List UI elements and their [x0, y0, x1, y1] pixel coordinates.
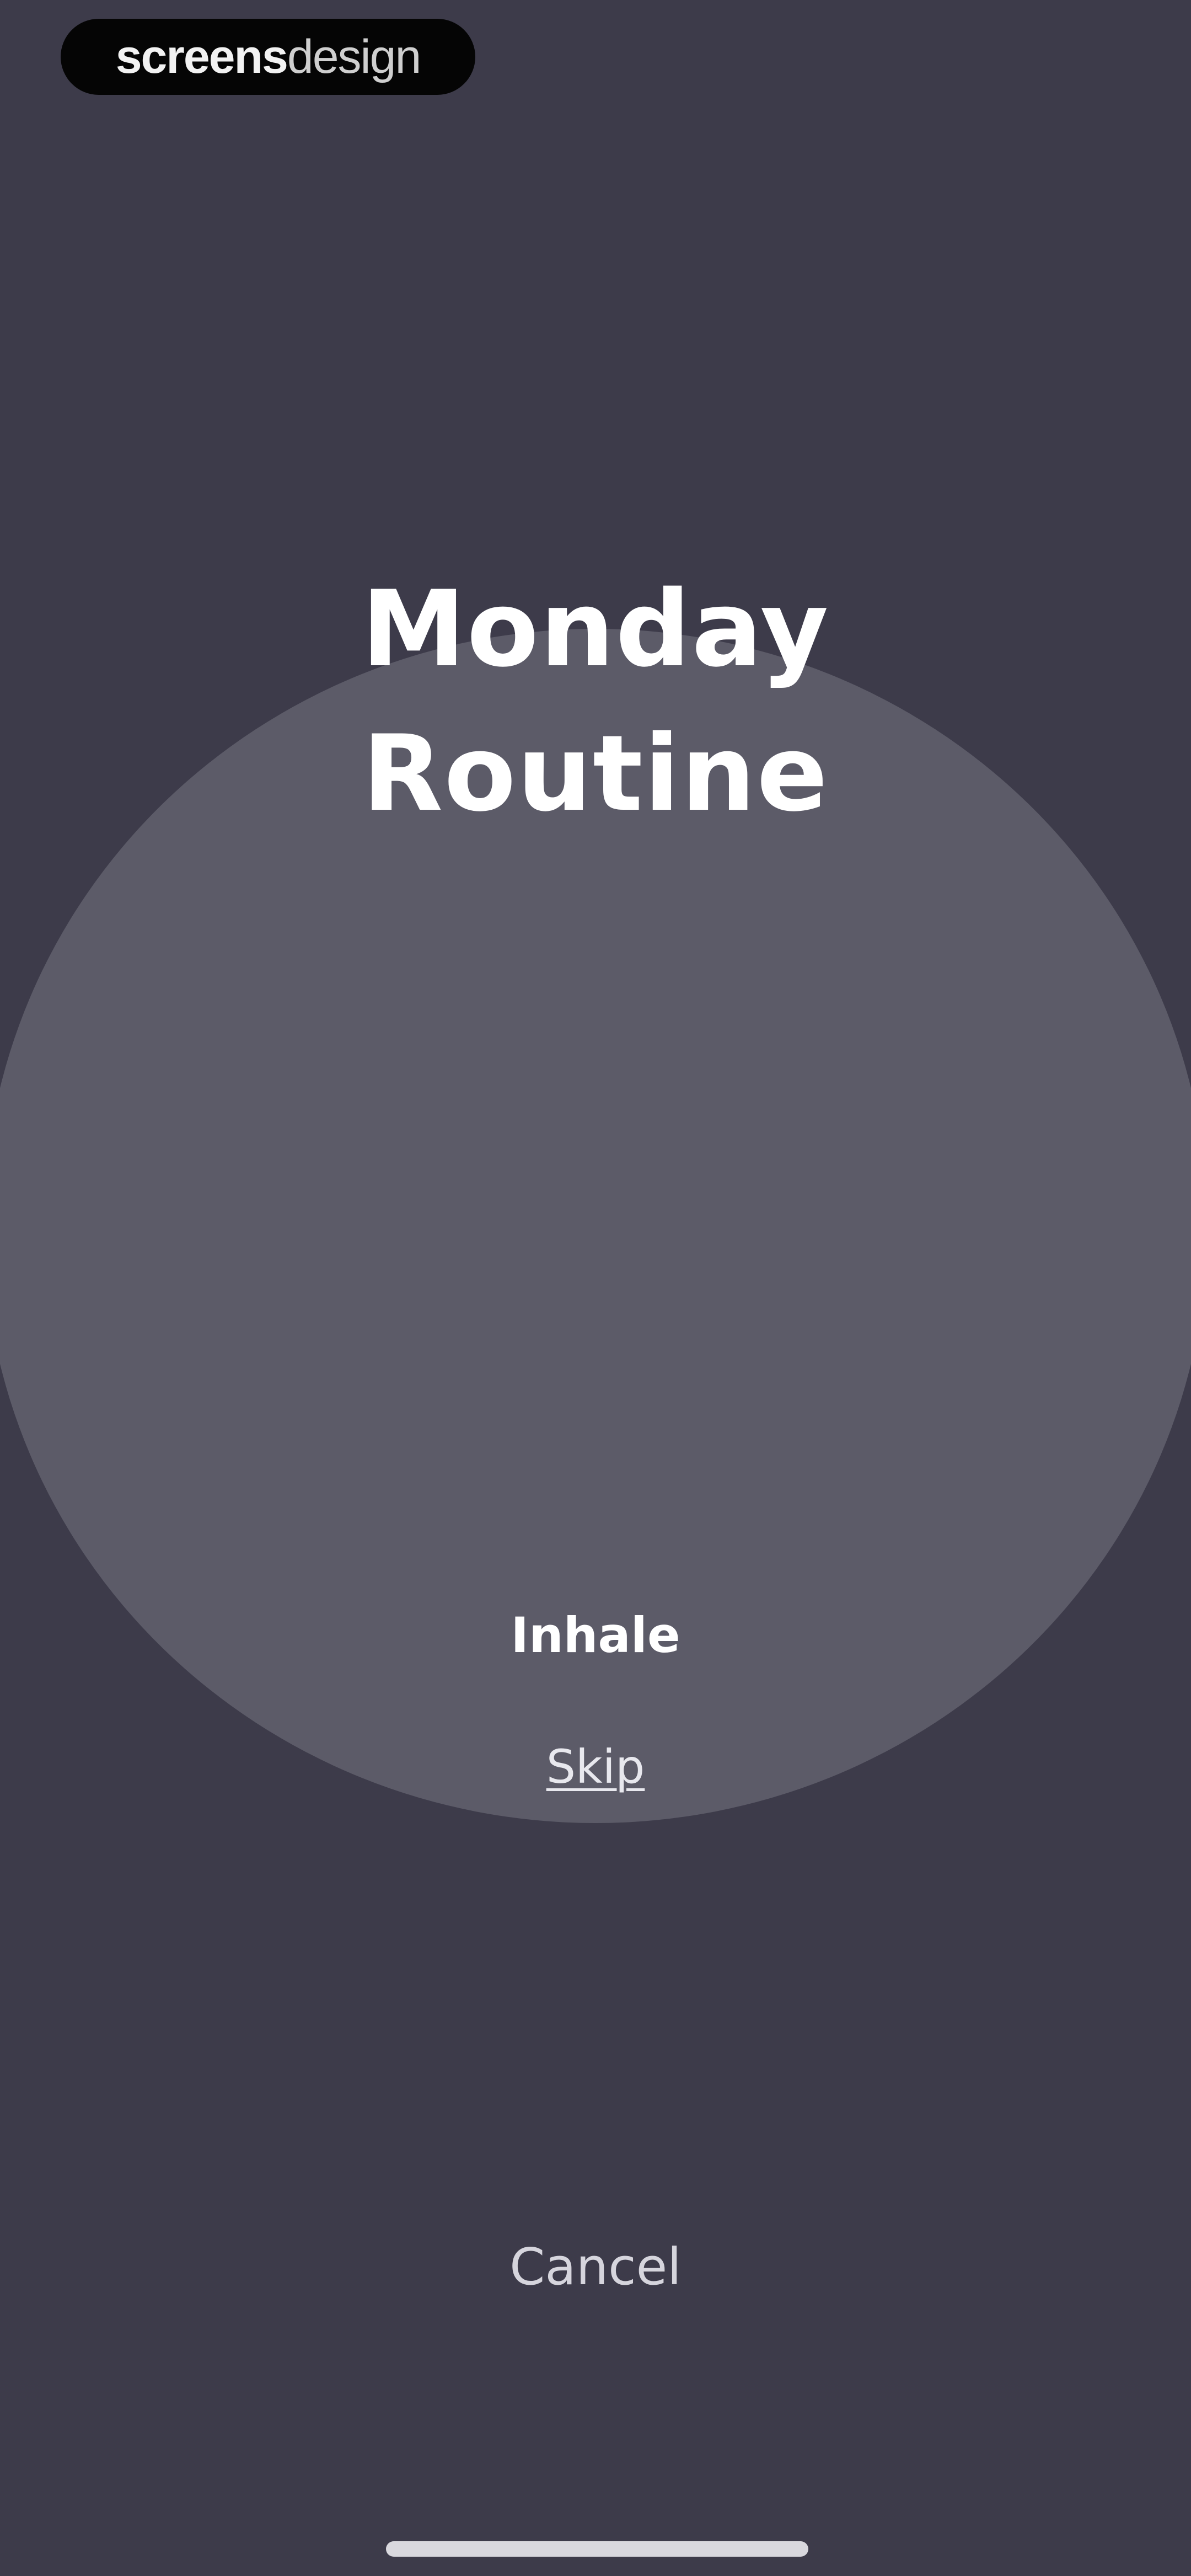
routine-title: Monday Routine	[0, 557, 1191, 846]
breathing-phase-label: Inhale	[511, 1607, 680, 1664]
breathing-screen: screens design Monday Routine Inhale Skip…	[0, 0, 1191, 2576]
watermark-light-text: design	[287, 30, 421, 83]
routine-title-line-1: Monday	[361, 568, 830, 690]
skip-link[interactable]: Skip	[513, 1736, 678, 1797]
watermark-bold-text: screens	[115, 30, 288, 83]
cancel-button[interactable]: Cancel	[441, 2234, 750, 2300]
home-indicator[interactable]	[386, 2541, 808, 2557]
screensdesign-watermark-logo: screens design	[61, 19, 475, 95]
routine-title-line-2: Routine	[362, 713, 829, 835]
